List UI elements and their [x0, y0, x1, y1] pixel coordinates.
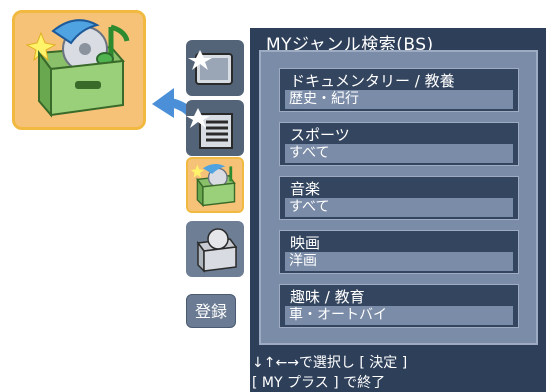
genre-icon-hobby[interactable]: [186, 221, 244, 277]
genre-item[interactable]: 映画 洋画: [279, 230, 519, 274]
genre-label: 音楽: [290, 180, 321, 198]
register-button[interactable]: 登録: [186, 294, 236, 328]
genre-list: ドキュメンタリー / 教養 歴史・紀行 スポーツ すべて 音楽 すべて 映画 洋…: [259, 50, 538, 345]
genre-item[interactable]: ドキュメンタリー / 教養 歴史・紀行: [279, 68, 519, 112]
box-icon: [196, 228, 238, 273]
exit-hint: [ MY プラス ] で終了: [252, 375, 386, 391]
genre-value: 洋画: [285, 252, 513, 271]
music-box-icon: [25, 19, 130, 118]
music-box-icon: [190, 164, 236, 208]
tv-icon: [188, 50, 233, 85]
genre-icon-tv[interactable]: [186, 40, 244, 96]
genre-item[interactable]: 趣味 / 教育 車・オートバイ: [279, 284, 519, 328]
genre-icon-music-selected[interactable]: [186, 157, 244, 213]
selected-genre-large-icon: [12, 10, 146, 130]
genre-item[interactable]: スポーツ すべて: [279, 122, 519, 166]
genre-item[interactable]: 音楽 すべて: [279, 176, 519, 220]
genre-label: 趣味 / 教育: [290, 288, 365, 306]
book-icon: [186, 108, 233, 149]
genre-label: ドキュメンタリー / 教養: [290, 72, 455, 90]
genre-icon-document[interactable]: [186, 100, 244, 156]
genre-value: すべて: [285, 198, 513, 217]
navigation-hint: ↓↑←→で選択し [ 決定 ]: [252, 355, 408, 371]
genre-value: 車・オートバイ: [285, 306, 513, 325]
genre-value: 歴史・紀行: [285, 90, 513, 109]
genre-value: すべて: [285, 144, 513, 163]
genre-label: スポーツ: [290, 126, 350, 144]
genre-label: 映画: [290, 234, 321, 252]
